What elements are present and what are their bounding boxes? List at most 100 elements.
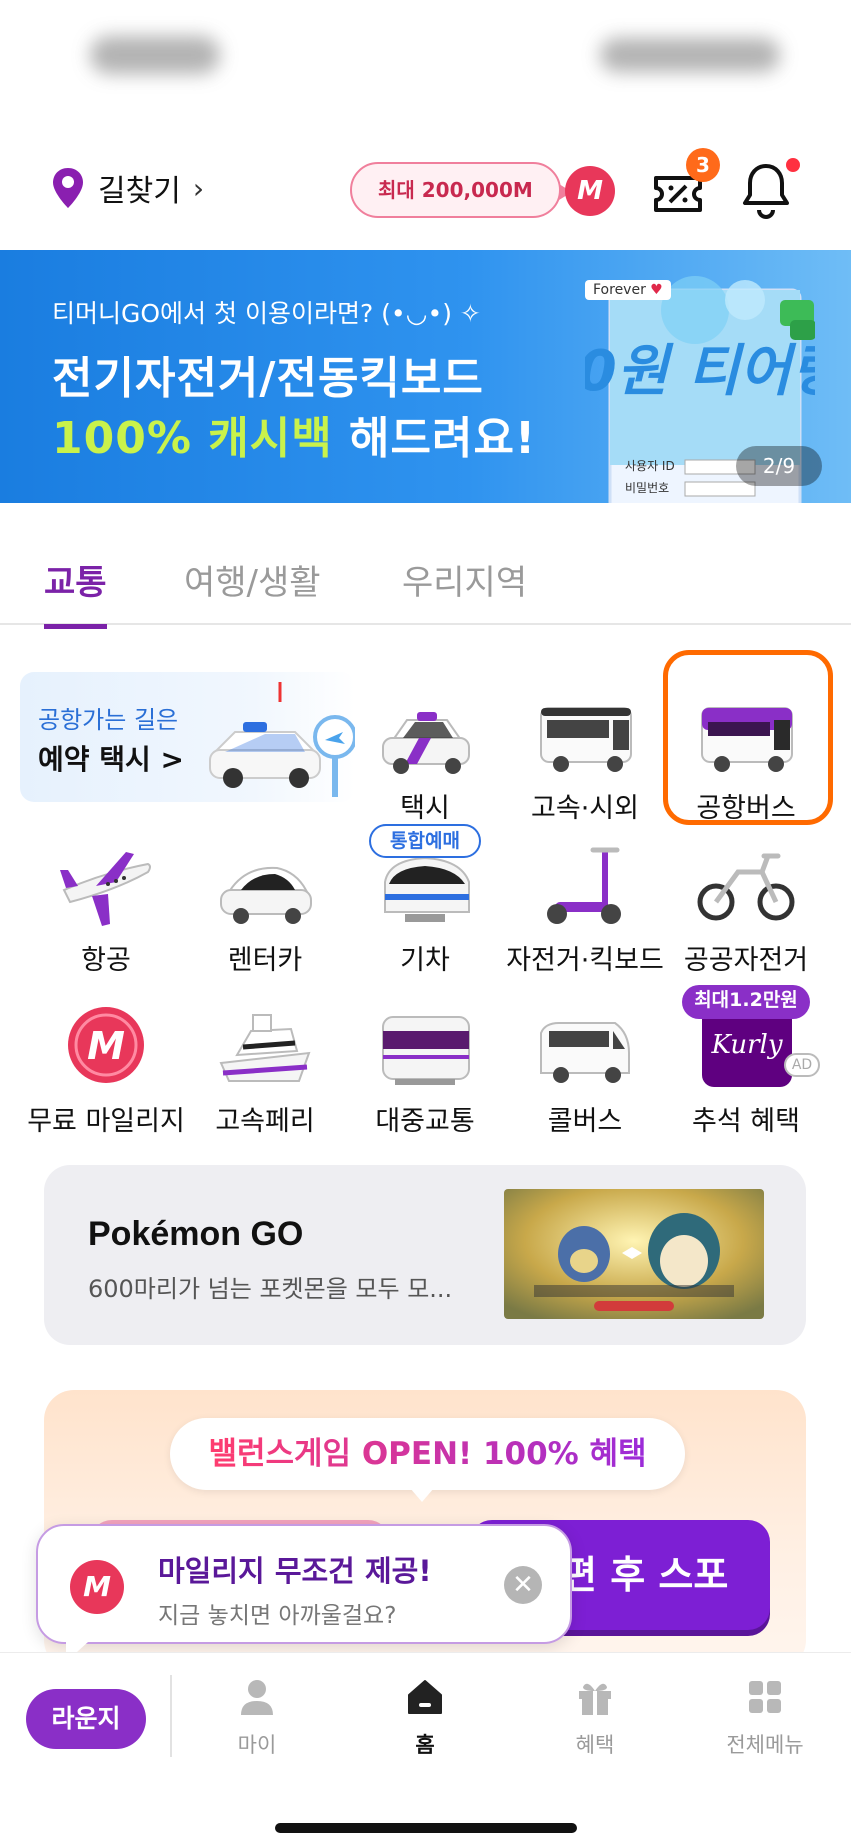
promo-line1: 공항가는 길은 <box>38 706 179 734</box>
toast-title: 마일리지 무조건 제공! <box>158 1554 432 1588</box>
call-bus-icon <box>540 1022 630 1083</box>
person-icon <box>241 1680 273 1715</box>
forever-badge: Forever ♥ <box>585 280 671 300</box>
app-header: 길찾기 › 최대 200,000M M 3 <box>0 148 851 230</box>
transport-label: 렌터카 <box>227 945 303 976</box>
route-finder-button[interactable]: 길찾기 › <box>50 166 204 210</box>
home-indicator <box>275 1823 577 1833</box>
location-pin-icon <box>53 168 83 208</box>
lounge-button[interactable]: 라운지 <box>26 1689 146 1749</box>
banner-highlight: 100% 캐시백 <box>52 413 333 464</box>
home-icon <box>408 1680 442 1714</box>
banner-art-title: 0원 티어링 <box>585 339 815 404</box>
chevron-right-icon: › <box>192 171 205 205</box>
coupon-button[interactable]: 3 <box>650 148 720 220</box>
express-bus-icon <box>540 707 632 772</box>
taxi-airport-icon <box>209 682 355 797</box>
airport-bus-highlight <box>663 650 833 825</box>
transport-label: 기차 <box>400 945 450 976</box>
transport-public-bike[interactable]: 공공자전거 <box>666 842 826 992</box>
nav-item-my[interactable]: 마이 <box>192 1677 322 1757</box>
transport-label: 고속·시외 <box>531 793 639 824</box>
category-tabs: 교통 여행/생활 우리지역 <box>0 545 851 629</box>
nav-item-home[interactable]: 홈 <box>360 1677 490 1757</box>
mileage-coin-icon: M <box>68 1007 144 1083</box>
nav-divider <box>170 1675 172 1757</box>
transport-bike-scooter[interactable]: 자전거·킥보드 <box>505 842 665 992</box>
transport-label: 콜버스 <box>547 1106 623 1137</box>
subway-icon <box>382 1016 470 1085</box>
max-benefit-tag: 최대1.2만원 <box>682 985 810 1019</box>
banner-title-rest: 해드려요! <box>332 413 537 464</box>
transport-label: 고속페리 <box>215 1106 315 1137</box>
transport-express-bus[interactable]: 고속·시외 <box>505 690 665 840</box>
bell-icon <box>743 164 789 219</box>
pokemon-description: 600마리가 넘는 포켓몬을 모두 모... <box>88 1275 453 1303</box>
route-finder-label: 길찾기 <box>98 174 181 209</box>
kurly-brand-text: Kurly <box>711 1030 783 1060</box>
gift-icon <box>579 1683 611 1715</box>
svg-text:M: M <box>87 1024 125 1068</box>
status-time-blurred <box>90 36 220 74</box>
transport-label: 항공 <box>81 945 131 976</box>
pokemon-thumbnail <box>504 1189 764 1319</box>
transport-call-bus[interactable]: 콜버스 <box>505 1003 665 1153</box>
balance-game-pill-text: 밸런스게임 OPEN! 100% 혜택 <box>208 1436 647 1472</box>
airplane-icon <box>60 852 151 926</box>
coupon-count-badge: 3 <box>686 148 720 182</box>
banner-title-line1: 전기자전거/전동킥보드 <box>52 353 484 404</box>
mileage-toast[interactable]: M 마일리지 무조건 제공! 지금 놓치면 아까울걸요? ✕ <box>36 1524 572 1662</box>
train-integrated-booking-tag: 통합예매 <box>369 824 481 858</box>
taxi-icon <box>382 712 470 774</box>
airport-taxi-promo[interactable]: 공항가는 길은 예약 택시 > <box>20 672 355 802</box>
banner-title-line2: 100% 캐시백 해드려요! <box>52 402 536 466</box>
transport-rental-car[interactable]: 렌터카 <box>185 842 345 992</box>
tab-local-region[interactable]: 우리지역 <box>402 555 527 624</box>
balance-game-pill: 밸런스게임 OPEN! 100% 혜택 <box>170 1418 685 1502</box>
bicycle-icon <box>697 853 795 921</box>
transport-train[interactable]: 통합예매 기차 <box>345 824 505 992</box>
scooter-icon <box>547 847 621 924</box>
max-mileage-tooltip[interactable]: 최대 200,000M <box>350 162 572 218</box>
tab-transport[interactable]: 교통 <box>44 555 107 629</box>
transport-chuseok-benefit[interactable]: Kurly 최대1.2만원 AD 추석 혜택 <box>666 985 826 1153</box>
banner-subtitle: 티머니GO에서 첫 이용이라면? (•◡•) ✧ <box>52 299 481 328</box>
nav-label: 혜택 <box>575 1733 615 1757</box>
tab-travel-life[interactable]: 여행/생활 <box>184 555 321 624</box>
transport-ferry[interactable]: 고속페리 <box>185 1003 345 1153</box>
promo-banner[interactable]: 티머니GO에서 첫 이용이라면? (•◡•) ✧ 전기자전거/전동킥보드 100… <box>0 250 851 503</box>
promo-line2: 예약 택시 > <box>38 743 184 776</box>
transport-label: 택시 <box>400 793 450 824</box>
banner-page-counter: 2/9 <box>736 446 822 486</box>
transport-label: 추석 혜택 <box>692 1106 800 1137</box>
transport-taxi[interactable]: 택시 <box>345 690 505 840</box>
close-icon[interactable]: ✕ <box>504 1566 542 1604</box>
bottom-navigation: 라운지 마이 홈 혜택 전체메뉴 <box>0 1652 851 1847</box>
nav-item-benefits[interactable]: 혜택 <box>530 1677 660 1757</box>
notification-dot <box>786 158 800 172</box>
ferry-icon <box>219 1014 311 1082</box>
nav-item-all-menu[interactable]: 전체메뉴 <box>700 1677 830 1757</box>
transport-label: 공공자전거 <box>683 945 809 976</box>
nav-label: 전체메뉴 <box>726 1733 804 1757</box>
banner-art-id-label: 사용자 ID <box>625 459 675 473</box>
mileage-coin-icon[interactable]: M <box>565 166 615 216</box>
pokemon-go-ad-card[interactable]: Pokémon GO 600마리가 넘는 포켓몬을 모두 모... <box>44 1165 806 1345</box>
nav-label: 마이 <box>237 1733 277 1757</box>
pokemon-title: Pokémon GO <box>88 1215 304 1253</box>
toast-subtitle: 지금 놓치면 아까울걸요? <box>158 1603 397 1629</box>
forever-badge-label: Forever <box>593 282 646 298</box>
transport-free-mileage[interactable]: M 무료 마일리지 <box>26 1003 186 1153</box>
status-bar <box>0 0 851 120</box>
grid-menu-icon <box>749 1681 781 1713</box>
ad-badge: AD <box>784 1053 820 1077</box>
mileage-coin-icon: M <box>70 1560 124 1614</box>
transport-airline[interactable]: 항공 <box>26 842 186 992</box>
transport-label: 자전거·킥보드 <box>506 945 664 976</box>
transport-public-transit[interactable]: 대중교통 <box>345 1003 505 1153</box>
notification-button[interactable] <box>738 158 800 220</box>
transport-label: 무료 마일리지 <box>27 1106 185 1137</box>
status-icons-blurred <box>600 38 780 72</box>
rental-car-icon <box>220 866 312 924</box>
nav-label: 홈 <box>415 1733 435 1757</box>
